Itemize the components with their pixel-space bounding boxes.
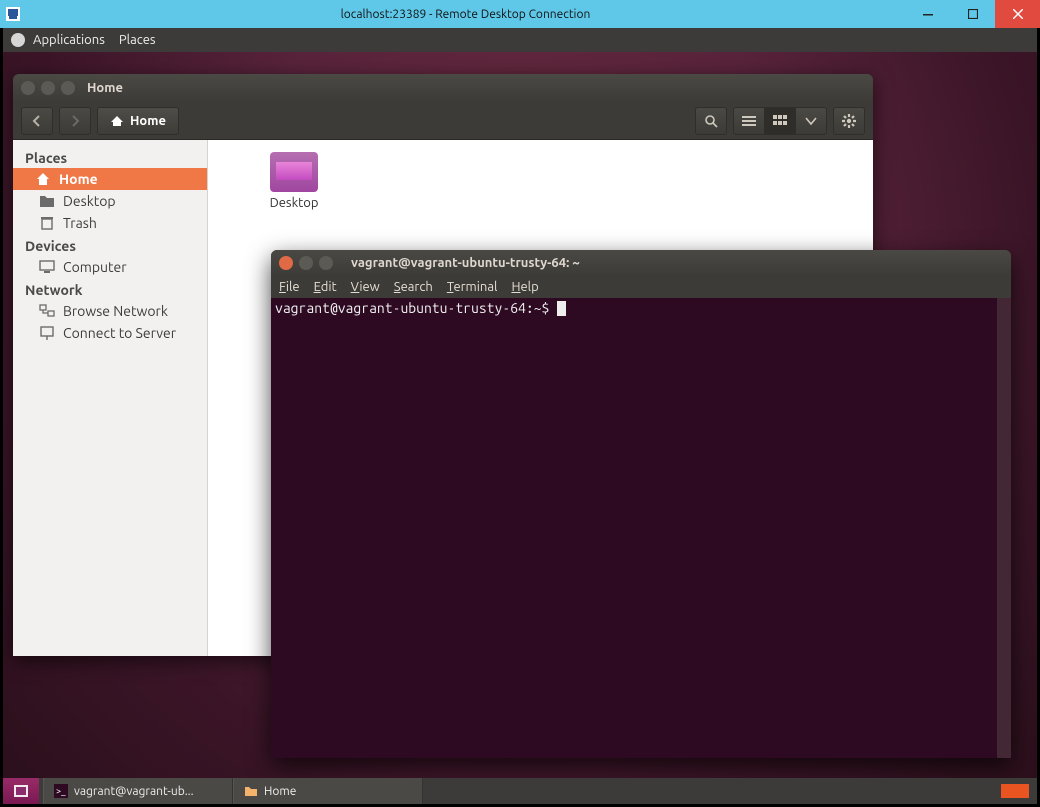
show-desktop-icon xyxy=(13,784,29,798)
rdp-window-title: localhost:23389 - Remote Desktop Connect… xyxy=(26,8,905,21)
taskbar-item-terminal[interactable]: >_ vagrant@vagrant-ub... xyxy=(43,778,233,804)
files-close-button[interactable] xyxy=(21,81,35,95)
view-options-button[interactable] xyxy=(795,107,827,135)
sidebar-item-home[interactable]: Home xyxy=(13,168,207,190)
rdp-app-icon xyxy=(6,7,20,21)
terminal-window: vagrant@vagrant-ubuntu-trusty-64: ~ File… xyxy=(271,250,1011,758)
sidebar-item-trash[interactable]: Trash xyxy=(13,212,207,234)
files-sidebar: Places Home Desktop Trash Devices Comput… xyxy=(13,140,208,656)
menu-help[interactable]: Help xyxy=(511,280,538,294)
gnome-bottom-panel: >_ vagrant@vagrant-ub... Home xyxy=(3,778,1037,804)
sidebar-item-desktop[interactable]: Desktop xyxy=(13,190,207,212)
files-window-title: Home xyxy=(87,81,123,95)
taskbar-item-files[interactable]: Home xyxy=(233,778,423,804)
settings-button[interactable] xyxy=(833,107,865,135)
terminal-maximize-button[interactable] xyxy=(319,256,333,270)
folder-icon xyxy=(39,193,55,209)
rdp-close-button[interactable] xyxy=(995,0,1040,28)
menu-file[interactable]: File xyxy=(279,280,300,294)
rdp-titlebar: localhost:23389 - Remote Desktop Connect… xyxy=(0,0,1040,28)
sidebar-item-connect-server[interactable]: Connect to Server xyxy=(13,322,207,344)
files-minimize-button[interactable] xyxy=(41,81,55,95)
files-toolbar: Home xyxy=(13,102,873,140)
terminal-cursor xyxy=(557,301,566,316)
terminal-minimize-button[interactable] xyxy=(299,256,313,270)
sidebar-devices-header: Devices xyxy=(13,234,207,256)
home-icon xyxy=(35,171,51,187)
chevron-down-icon xyxy=(805,116,817,126)
menu-view[interactable]: View xyxy=(351,280,380,294)
menu-terminal[interactable]: Terminal xyxy=(447,280,498,294)
terminal-prompt: vagrant@vagrant-ubuntu-trusty-64:~$ xyxy=(275,300,557,316)
network-icon xyxy=(39,303,55,319)
search-icon xyxy=(704,114,718,128)
forward-button[interactable] xyxy=(59,107,91,135)
folder-icon xyxy=(244,784,258,798)
path-home-button[interactable]: Home xyxy=(97,107,179,135)
view-list-button[interactable] xyxy=(733,107,765,135)
view-grid-button[interactable] xyxy=(764,107,796,135)
server-icon xyxy=(39,325,55,341)
remote-desktop-area: Applications Places Home Home xyxy=(3,28,1037,804)
sidebar-network-header: Network xyxy=(13,278,207,300)
menu-edit[interactable]: Edit xyxy=(314,280,337,294)
terminal-window-title: vagrant@vagrant-ubuntu-trusty-64: ~ xyxy=(351,256,580,270)
terminal-icon: >_ xyxy=(54,784,68,798)
files-maximize-button[interactable] xyxy=(61,81,75,95)
terminal-titlebar[interactable]: vagrant@vagrant-ubuntu-trusty-64: ~ xyxy=(271,250,1011,276)
folder-desktop-icon xyxy=(270,152,318,192)
menu-search[interactable]: Search xyxy=(394,280,433,294)
terminal-menubar: File Edit View Search Terminal Help xyxy=(271,276,1011,298)
sidebar-item-browse-network[interactable]: Browse Network xyxy=(13,300,207,322)
gear-icon xyxy=(842,114,856,128)
sidebar-item-computer[interactable]: Computer xyxy=(13,256,207,278)
gnome-top-panel: Applications Places xyxy=(3,28,1037,52)
rdp-maximize-button[interactable] xyxy=(950,0,995,28)
show-desktop-button[interactable] xyxy=(3,778,39,804)
list-icon xyxy=(742,115,756,127)
home-icon xyxy=(110,114,124,128)
computer-icon xyxy=(39,259,55,275)
workspace-switcher[interactable] xyxy=(1001,784,1029,798)
svg-text:>_: >_ xyxy=(56,786,66,796)
places-menu[interactable]: Places xyxy=(119,33,156,47)
terminal-body[interactable]: vagrant@vagrant-ubuntu-trusty-64:~$ xyxy=(271,298,1011,758)
applications-menu[interactable]: Applications xyxy=(33,33,105,47)
ubuntu-logo-icon xyxy=(11,33,25,47)
grid-icon xyxy=(773,115,787,127)
terminal-close-button[interactable] xyxy=(279,256,293,270)
back-button[interactable] xyxy=(21,107,53,135)
search-button[interactable] xyxy=(695,107,727,135)
files-titlebar[interactable]: Home xyxy=(13,74,873,102)
trash-icon xyxy=(39,215,55,231)
file-item-desktop[interactable]: Desktop xyxy=(254,152,334,210)
rdp-minimize-button[interactable] xyxy=(905,0,950,28)
terminal-scrollbar[interactable] xyxy=(997,298,1011,758)
sidebar-places-header: Places xyxy=(13,146,207,168)
